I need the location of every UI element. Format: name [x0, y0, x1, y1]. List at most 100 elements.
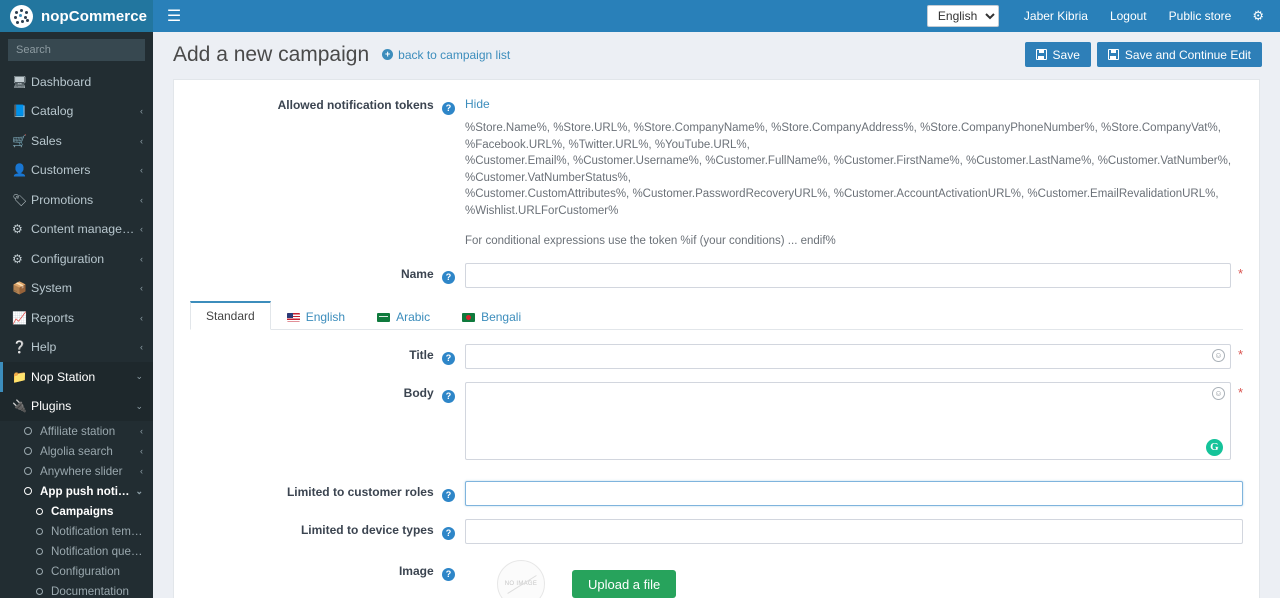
sidebar-item-anywhere-slider[interactable]: Anywhere slider ‹ [0, 461, 153, 481]
title-input[interactable] [465, 344, 1231, 369]
image-row: Image ? NO IMAGE Upload a file [190, 560, 1243, 598]
sidebar-item-notification-templates[interactable]: Notification templates [0, 521, 153, 541]
sidebar-item-plugins[interactable]: 🔌 Plugins ⌄ [0, 391, 153, 421]
chevron-left-icon: ‹ [140, 106, 143, 117]
public-store-link[interactable]: Public store [1158, 9, 1243, 23]
sidebar-item-system[interactable]: 📦 System ‹ [0, 274, 153, 304]
search-input[interactable] [14, 43, 153, 57]
emoji-icon[interactable]: ☺ [1211, 349, 1225, 362]
chevron-left-icon: ‹ [140, 426, 143, 436]
localization-tabs: Standard English Arabic Bengali [190, 301, 1243, 330]
name-input[interactable] [465, 263, 1231, 288]
device-types-row: Limited to device types ? [190, 519, 1243, 544]
help-icon[interactable]: ? [442, 101, 455, 115]
page-header-actions: Save Save and Continue Edit [1024, 42, 1262, 67]
sidebar-item-sales[interactable]: 🛒 Sales ‹ [0, 126, 153, 156]
sidebar-item-dashboard[interactable]: 🖥 Dashboard [0, 67, 153, 97]
hide-tokens-link[interactable]: Hide [465, 97, 490, 111]
body-textarea[interactable] [465, 382, 1231, 460]
sidebar-item-label: Affiliate station [40, 424, 116, 438]
sidebar-item-label: Help [31, 340, 57, 355]
sidebar-item-catalog[interactable]: 📘 Catalog ‹ [0, 97, 153, 127]
plug-icon: 🔌 [12, 399, 27, 414]
help-icon[interactable]: ? [442, 488, 455, 502]
help-icon[interactable]: ? [442, 389, 455, 403]
sidebar-search-wrap: ⚲ [0, 32, 153, 67]
sidebar-item-promotions[interactable]: 🏷 Promotions ‹ [0, 185, 153, 215]
question-icon: ❔ [12, 340, 27, 355]
app-root: nopCommerce ☰ English Jaber Kibria Logou… [0, 0, 1280, 598]
tab-standard[interactable]: Standard [190, 301, 271, 330]
sidebar-toggle-icon[interactable]: ☰ [153, 0, 195, 32]
flag-sa-icon [377, 312, 391, 322]
gear-icon[interactable]: ⚙ [1242, 8, 1270, 24]
sidebar-item-label: Sales [31, 133, 62, 148]
circle-icon [24, 467, 32, 475]
user-account-link[interactable]: Jaber Kibria [1013, 9, 1099, 23]
title-label: Title [409, 348, 434, 362]
sidebar-item-label: Plugins [31, 399, 72, 414]
logout-link[interactable]: Logout [1099, 9, 1158, 23]
circle-icon [24, 447, 32, 455]
flag-us-icon [286, 312, 300, 322]
language-select[interactable]: English [926, 5, 999, 27]
chevron-left-icon: ‹ [140, 224, 143, 235]
body-label-col: Body ? [190, 382, 465, 403]
sidebar-item-content-management[interactable]: ⚙ Content management ‹ [0, 215, 153, 245]
sidebar-item-label: Content management [31, 222, 136, 237]
grammarly-badge-icon[interactable]: G [1205, 439, 1223, 456]
customer-roles-input[interactable] [465, 481, 1243, 506]
save-button[interactable]: Save [1024, 42, 1091, 67]
sidebar-item-algolia-search[interactable]: Algolia search ‹ [0, 441, 153, 461]
circle-icon [24, 487, 32, 495]
required-marker: * [1237, 347, 1243, 362]
nopcommerce-logo-icon [10, 4, 33, 28]
content-area: Add a new campaign + back to campaign li… [153, 32, 1280, 598]
sidebar-item-customers[interactable]: 👤 Customers ‹ [0, 156, 153, 186]
help-icon[interactable]: ? [442, 270, 455, 284]
sidebar-item-label: Notification queue [51, 544, 143, 558]
sidebar-item-affiliate-station[interactable]: Affiliate station ‹ [0, 421, 153, 441]
save-continue-button-label: Save and Continue Edit [1124, 47, 1251, 62]
sidebar-item-nop-station[interactable]: 📁 Nop Station ⌄ [0, 362, 153, 392]
tab-english[interactable]: English [271, 303, 361, 330]
sidebar-item-label: Campaigns [51, 504, 114, 518]
sidebar-item-configuration[interactable]: ⚙ Configuration ‹ [0, 244, 153, 274]
push-notification-submenu: Campaigns Notification templates Notific… [0, 501, 153, 598]
tab-arabic[interactable]: Arabic [361, 303, 446, 330]
sidebar-item-campaigns[interactable]: Campaigns [0, 501, 153, 521]
sidebar-item-configuration-push[interactable]: Configuration [0, 561, 153, 581]
sidebar-item-app-push-notification[interactable]: App push notification ⌄ [0, 481, 153, 501]
sidebar-item-label: Reports [31, 310, 75, 325]
tab-bengali[interactable]: Bengali [446, 303, 537, 330]
sidebar-item-reports[interactable]: 📈 Reports ‹ [0, 303, 153, 333]
save-icon [1035, 49, 1047, 60]
title-control: ☺ * [465, 344, 1243, 369]
sidebar-item-label: Documentation [51, 584, 129, 598]
chevron-left-icon: ‹ [140, 135, 143, 146]
brand-logo-area[interactable]: nopCommerce [0, 0, 153, 32]
help-icon[interactable]: ? [442, 567, 455, 581]
sidebar-item-documentation[interactable]: Documentation [0, 581, 153, 598]
device-types-input[interactable] [465, 519, 1243, 544]
plus-circle-icon: + [382, 49, 394, 60]
sidebar-item-label: Algolia search [40, 444, 113, 458]
cart-icon: 🛒 [12, 133, 27, 148]
tag-icon: 🏷 [12, 192, 28, 207]
sidebar-item-help[interactable]: ❔ Help ‹ [0, 333, 153, 363]
upload-a-file-button[interactable]: Upload a file [572, 570, 677, 598]
search-box[interactable]: ⚲ [8, 39, 153, 61]
save-and-continue-edit-button[interactable]: Save and Continue Edit [1096, 42, 1262, 67]
content-icon: ⚙ [12, 222, 23, 237]
name-label-col: Name ? [190, 263, 465, 284]
page-header: Add a new campaign + back to campaign li… [153, 32, 1280, 79]
help-icon[interactable]: ? [442, 351, 455, 365]
tokens-line-1: %Store.Name%, %Store.URL%, %Store.Compan… [465, 122, 1221, 151]
sidebar-item-notification-queue[interactable]: Notification queue [0, 541, 153, 561]
emoji-icon[interactable]: ☺ [1211, 387, 1225, 400]
help-icon[interactable]: ? [442, 526, 455, 540]
back-to-campaign-list-link[interactable]: + back to campaign list [382, 48, 510, 62]
user-icon: 👤 [12, 163, 27, 178]
sidebar-item-label: Anywhere slider [40, 464, 123, 478]
image-control: NO IMAGE Upload a file [465, 560, 1243, 598]
